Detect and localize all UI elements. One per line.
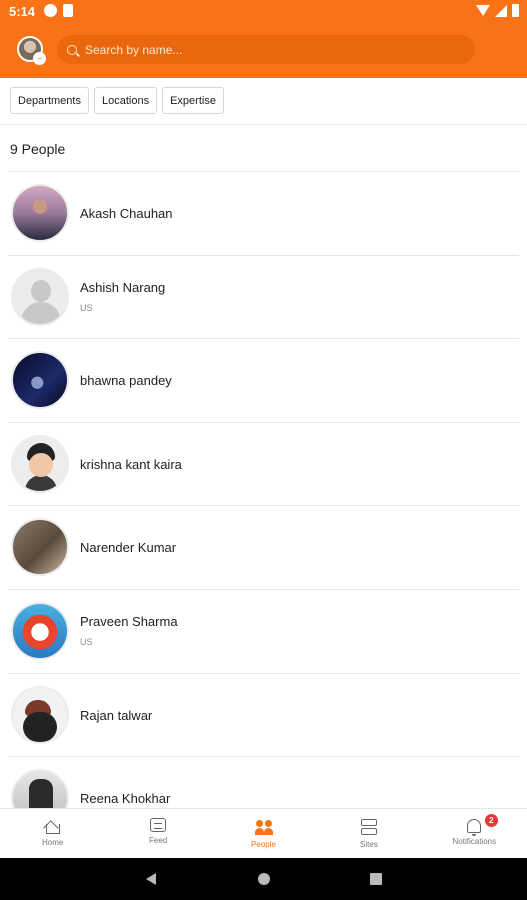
status-bar: 5:14 [0, 0, 527, 24]
avatar [11, 769, 69, 808]
person-name: Akash Chauhan [80, 206, 173, 221]
person-name: Reena Khokhar [80, 791, 171, 807]
filter-expertise[interactable]: Expertise [162, 87, 224, 114]
bell-icon [467, 819, 482, 836]
nav-people[interactable]: People [211, 809, 316, 858]
home-icon [45, 824, 60, 834]
system-navigation-bar [0, 858, 527, 900]
notification-status-icon [44, 4, 57, 17]
sites-icon [360, 818, 378, 836]
avatar [11, 518, 69, 577]
status-indicators [476, 4, 519, 17]
person-name: Rajan talwar [80, 707, 153, 723]
bottom-nav: Home Feed People Sites 2 Notifications [0, 808, 527, 858]
feed-icon [150, 818, 167, 832]
person-name: Ashish Narang [80, 279, 166, 295]
nav-feed[interactable]: Feed [105, 809, 210, 858]
nav-sites[interactable]: Sites [316, 809, 421, 858]
avatar [11, 685, 69, 744]
signal-icon [495, 4, 507, 17]
search-input[interactable] [85, 42, 465, 57]
list-item[interactable]: Akash Chauhan [8, 172, 519, 256]
search-icon [67, 44, 77, 55]
divider [0, 124, 527, 125]
nav-label: Feed [148, 836, 168, 845]
person-name: krishna kant kaira [80, 456, 182, 472]
battery-icon [512, 4, 519, 17]
nav-label: Sites [360, 840, 378, 849]
avatar [11, 434, 69, 493]
nav-home[interactable]: Home [0, 809, 105, 858]
notification-count-badge: 2 [484, 814, 498, 827]
list-item[interactable]: krishna kant kaira [8, 423, 519, 507]
home-circle-icon[interactable] [258, 873, 270, 885]
app-header: 5:14 – [0, 0, 527, 78]
search-bar[interactable] [57, 35, 475, 64]
filter-departments[interactable]: Departments [10, 87, 89, 114]
list-item[interactable]: Narender Kumar [8, 506, 519, 590]
filter-chips: Departments Locations Expertise [10, 87, 224, 114]
avatar [11, 351, 69, 410]
people-count: 9 People [10, 141, 66, 157]
person-name: Narender Kumar [80, 540, 177, 556]
list-item[interactable]: Ashish Narang US [8, 256, 519, 340]
person-name: Praveen Sharma [80, 613, 178, 629]
filter-locations[interactable]: Locations [93, 87, 158, 114]
avatar [11, 267, 69, 326]
person-location: US [80, 636, 93, 647]
status-time: 5:14 [9, 4, 36, 19]
back-icon[interactable] [146, 873, 156, 885]
avatar [11, 601, 69, 660]
wifi-icon [476, 5, 490, 16]
list-item[interactable]: bhawna pandey [8, 339, 519, 423]
sd-card-status-icon [63, 4, 73, 17]
nav-label: Home [42, 838, 64, 847]
nav-label: Notifications [452, 837, 497, 846]
person-location: US [80, 302, 93, 313]
nav-notifications[interactable]: 2 Notifications [422, 809, 527, 858]
list-item[interactable]: Praveen Sharma US [8, 590, 519, 674]
avatar [11, 184, 69, 242]
list-item[interactable]: Rajan talwar [8, 674, 519, 758]
presence-badge-icon: – [33, 52, 46, 65]
people-list: Akash Chauhan Ashish Narang US bhawna pa… [0, 172, 527, 808]
people-icon [254, 818, 273, 836]
list-item[interactable]: Reena Khokhar [8, 757, 519, 808]
person-name: bhawna pandey [80, 373, 172, 389]
nav-label: People [251, 840, 276, 849]
recents-icon[interactable] [370, 873, 382, 885]
